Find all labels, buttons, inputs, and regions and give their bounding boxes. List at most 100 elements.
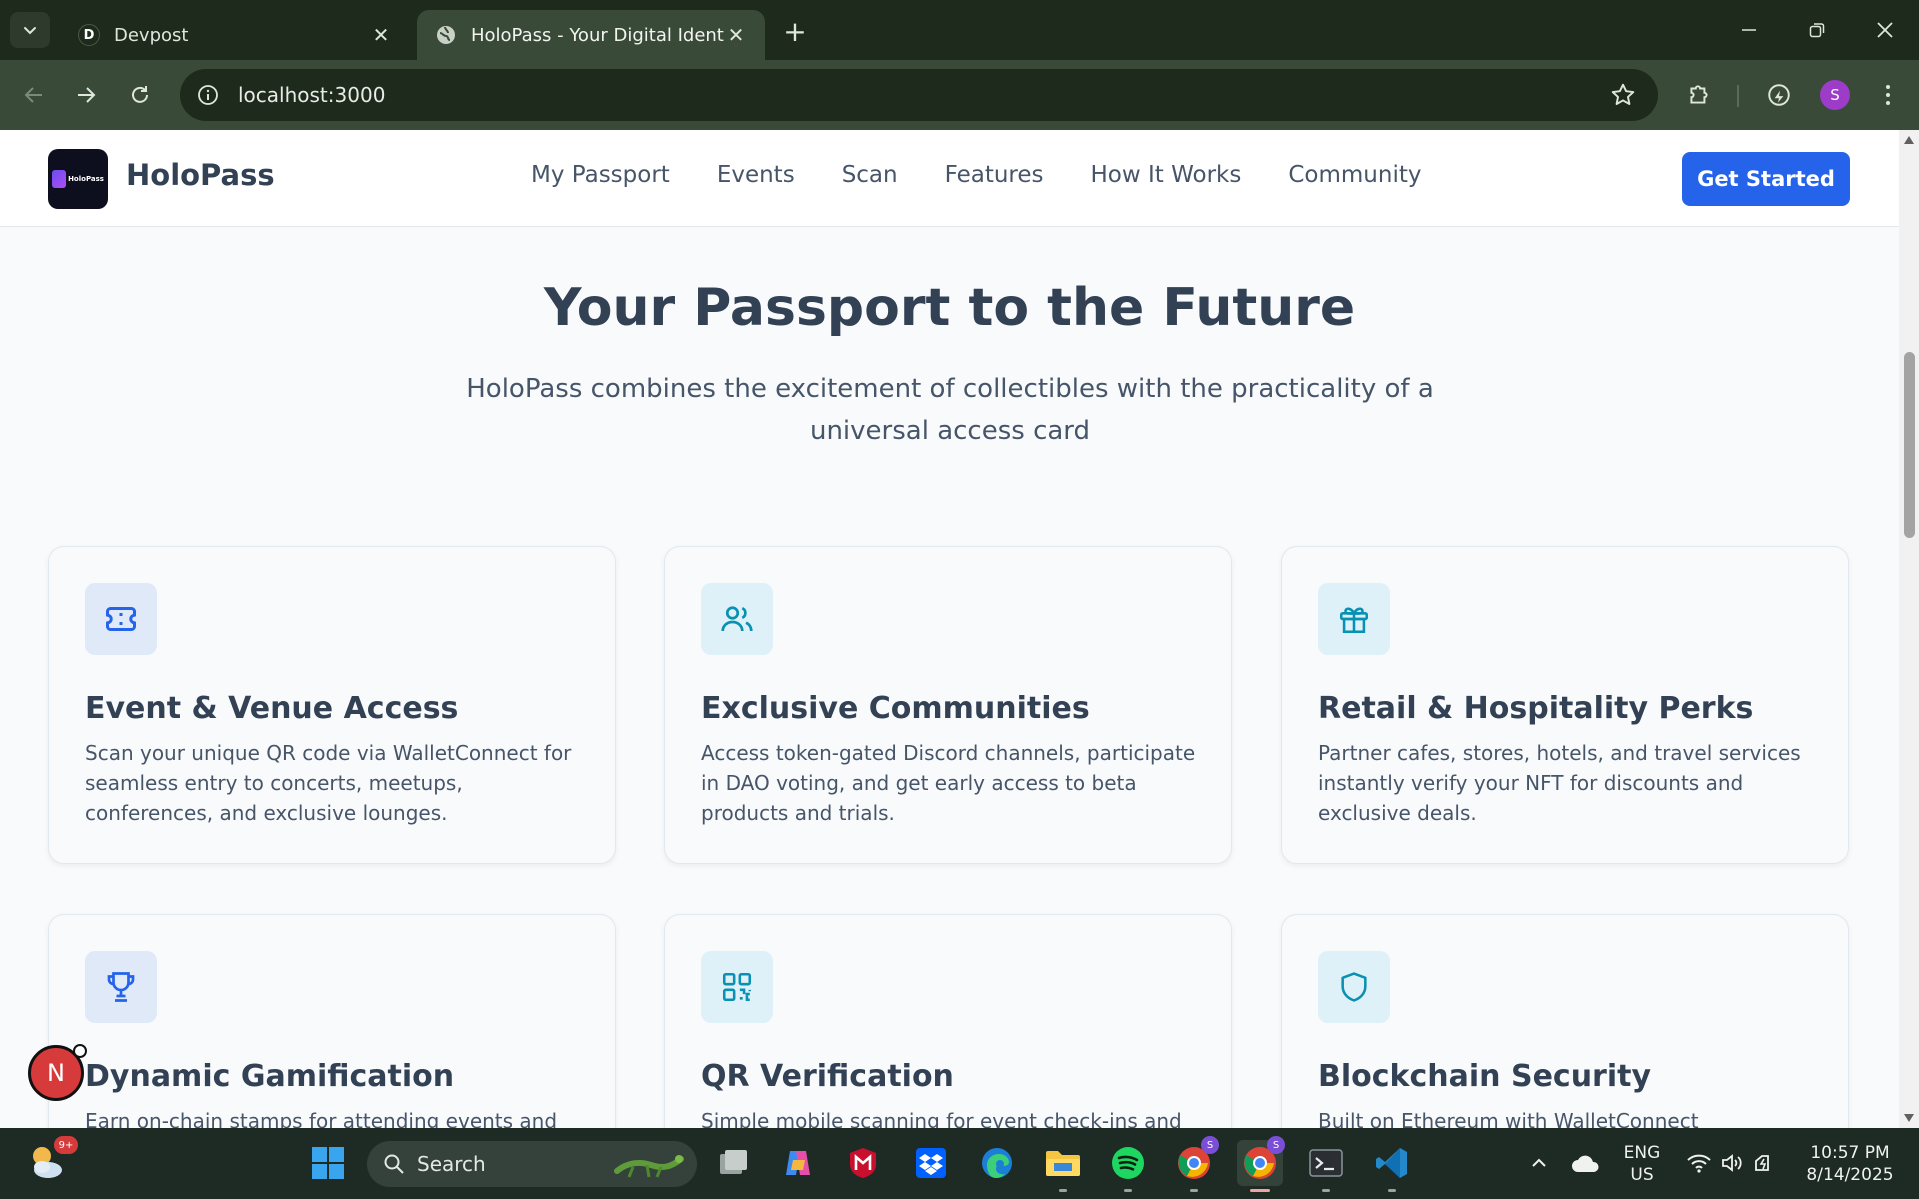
feature-description: Access token-gated Discord channels, par… — [701, 741, 1196, 825]
chevron-down-icon — [24, 27, 36, 35]
toolbar-divider — [1737, 85, 1739, 107]
folder-icon — [1046, 1151, 1080, 1176]
onedrive-button[interactable] — [1562, 1140, 1608, 1186]
close-tab-icon[interactable]: ✕ — [725, 23, 747, 47]
qr-code-icon — [701, 951, 773, 1023]
windows-taskbar: 9+ Search S S ENG US 10:57 PM 8/14/2025 — [0, 1128, 1919, 1199]
trophy-icon — [85, 951, 157, 1023]
feature-title: Exclusive Communities — [701, 691, 1090, 726]
task-view-icon — [720, 1150, 747, 1174]
dropbox-button[interactable] — [908, 1140, 954, 1186]
speedometer-icon — [1768, 84, 1790, 106]
scroll-up-arrow-icon[interactable] — [1904, 136, 1914, 144]
weather-widget[interactable]: 9+ — [24, 1136, 78, 1186]
dev-indicator-button[interactable]: N — [28, 1044, 87, 1101]
edge-button[interactable] — [974, 1140, 1020, 1186]
nav-community[interactable]: Community — [1288, 162, 1421, 188]
forward-button[interactable] — [68, 77, 104, 113]
chrome-active-button[interactable]: S — [1237, 1136, 1285, 1192]
search-label: Search — [417, 1152, 486, 1176]
arrow-right-icon — [78, 87, 96, 103]
address-bar[interactable]: localhost:3000 — [180, 69, 1658, 121]
spotify-button[interactable] — [1105, 1140, 1151, 1192]
feature-description: Earn on-chain stamps for attending event… — [85, 1109, 558, 1128]
mcafee-button[interactable] — [840, 1140, 886, 1186]
nav-my-passport[interactable]: My Passport — [531, 162, 670, 188]
scroll-down-arrow-icon[interactable] — [1904, 1114, 1914, 1122]
browser-tab-holopass[interactable]: HoloPass - Your Digital Identity ✕ — [417, 10, 765, 60]
vscode-icon — [1376, 1148, 1407, 1178]
feature-title: Dynamic Gamification — [85, 1059, 455, 1094]
task-view-button[interactable] — [710, 1140, 756, 1186]
page-scrollbar[interactable] — [1899, 130, 1919, 1128]
search-icon — [384, 1154, 404, 1174]
chrome-profile-button[interactable]: S — [1171, 1136, 1219, 1192]
terminal-icon — [1309, 1149, 1343, 1177]
browser-toolbar: localhost:3000 S — [0, 60, 1919, 130]
site-header: HoloPass HoloPass My Passport Events Sca… — [0, 130, 1899, 227]
feature-title: Blockchain Security — [1318, 1059, 1652, 1094]
globe-icon — [435, 24, 457, 46]
profile-avatar[interactable]: S — [1820, 80, 1850, 110]
close-tab-icon[interactable]: ✕ — [370, 23, 392, 47]
main-nav: My Passport Events Scan Features How It … — [531, 162, 1421, 188]
battery-charging-icon — [1755, 1155, 1769, 1171]
feature-description: Scan your unique QR code via WalletConne… — [85, 741, 572, 825]
browser-tab-devpost[interactable]: D Devpost ✕ — [60, 10, 410, 60]
brand-name[interactable]: HoloPass — [126, 158, 275, 192]
ticket-icon — [85, 583, 157, 655]
minimize-button[interactable] — [1715, 10, 1783, 50]
nav-events[interactable]: Events — [717, 162, 795, 188]
url-text[interactable]: localhost:3000 — [238, 83, 385, 107]
tab-title: Devpost — [114, 24, 189, 46]
show-hidden-icons-button[interactable] — [1516, 1140, 1562, 1186]
tab-search-button[interactable] — [10, 12, 50, 48]
input-language-indicator[interactable]: ENG US — [1614, 1142, 1670, 1186]
start-button[interactable] — [305, 1140, 351, 1186]
reload-button[interactable] — [122, 77, 158, 113]
holopass-logo[interactable]: HoloPass — [48, 149, 108, 209]
file-explorer-button[interactable] — [1040, 1140, 1086, 1192]
get-started-button[interactable]: Get Started — [1682, 152, 1850, 206]
gift-icon — [1318, 583, 1390, 655]
copilot-button[interactable] — [775, 1140, 821, 1186]
vscode-button[interactable] — [1369, 1140, 1415, 1192]
feature-title: QR Verification — [701, 1059, 954, 1094]
region-label: US — [1630, 1165, 1654, 1185]
language-label: ENG — [1623, 1143, 1661, 1163]
site-info-icon[interactable] — [190, 77, 226, 113]
puzzle-icon — [1690, 85, 1708, 104]
mcafee-shield-icon — [850, 1148, 876, 1178]
feature-card: Exclusive Communities Access token-gated… — [664, 546, 1232, 864]
wifi-icon — [1687, 1154, 1711, 1173]
nav-features[interactable]: Features — [945, 162, 1044, 188]
feature-description: Built on Ethereum with WalletConnect int… — [1318, 1109, 1699, 1128]
restore-button[interactable] — [1783, 10, 1851, 50]
dev-indicator-label: N — [47, 1059, 65, 1087]
back-button[interactable] — [16, 77, 52, 113]
feature-card: Retail & Hospitality Perks Partner cafes… — [1281, 546, 1849, 864]
performance-button[interactable] — [1761, 77, 1797, 113]
bookmark-star-icon[interactable] — [1610, 82, 1636, 112]
extensions-button[interactable] — [1681, 77, 1717, 113]
minimize-icon — [1742, 29, 1756, 31]
close-window-button[interactable] — [1851, 10, 1919, 50]
weather-badge: 9+ — [54, 1136, 78, 1154]
terminal-button[interactable] — [1303, 1140, 1349, 1192]
devpost-favicon-icon: D — [78, 24, 100, 46]
cloud-icon — [1572, 1155, 1599, 1172]
notification-dot — [73, 1044, 87, 1058]
clock-date: 8/14/2025 — [1806, 1165, 1894, 1185]
clock[interactable]: 10:57 PM 8/14/2025 — [1790, 1142, 1910, 1186]
taskbar-search[interactable]: Search — [367, 1141, 697, 1187]
new-tab-button[interactable]: + — [778, 14, 812, 48]
nav-how-it-works[interactable]: How It Works — [1091, 162, 1242, 188]
nav-scan[interactable]: Scan — [842, 162, 898, 188]
restore-icon — [1809, 23, 1825, 38]
feature-description: Partner cafes, stores, hotels, and trave… — [1318, 741, 1801, 825]
scrollbar-thumb[interactable] — [1904, 352, 1915, 538]
search-highlight-gecko-icon — [614, 1155, 684, 1178]
quick-settings-button[interactable] — [1676, 1140, 1786, 1186]
hero-subtitle: HoloPass combines the excitement of coll… — [466, 374, 1434, 446]
browser-menu-button[interactable] — [1870, 77, 1906, 113]
